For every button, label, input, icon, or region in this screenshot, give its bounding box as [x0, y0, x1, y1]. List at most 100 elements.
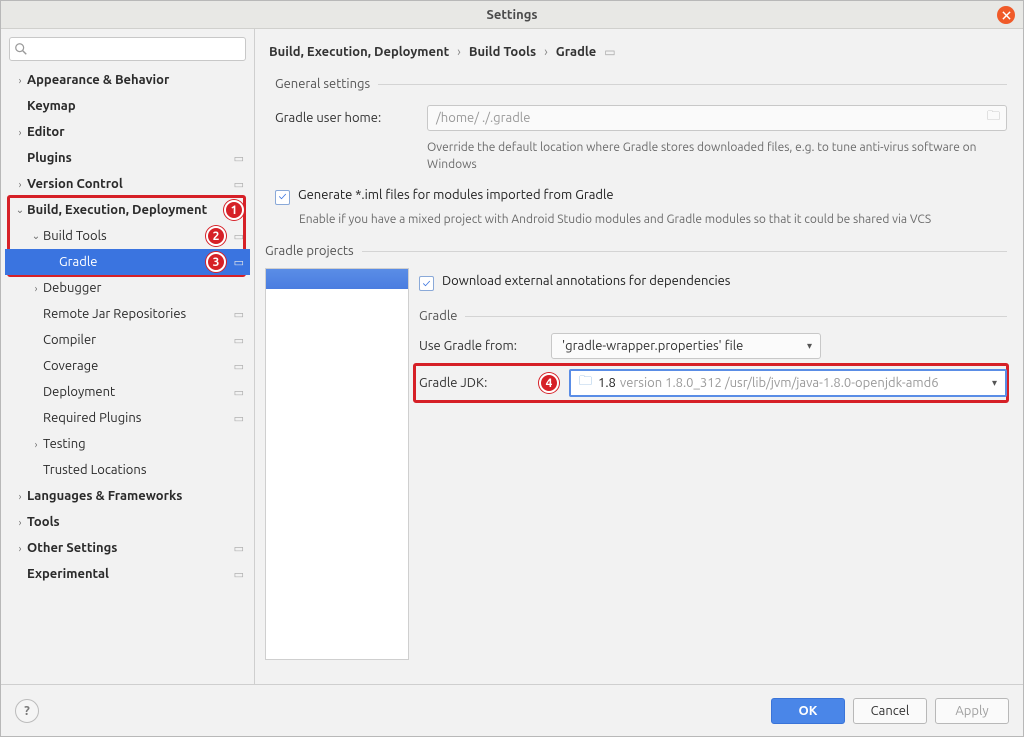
- section-gradle-projects: Gradle projects: [265, 244, 1007, 258]
- settings-tree-item[interactable]: Coverage ▭: [5, 353, 250, 379]
- project-scope-icon: ▭: [230, 308, 244, 321]
- chevron-down-icon: ▾: [807, 340, 812, 352]
- help-button[interactable]: ?: [15, 699, 39, 723]
- project-scope-icon: ▭: [230, 386, 244, 399]
- chevron-right-icon: ›: [13, 491, 27, 502]
- ok-button[interactable]: OK: [771, 698, 845, 724]
- tree-item-label: Keymap: [27, 99, 244, 113]
- callout-badge-4: 4: [539, 373, 559, 393]
- settings-tree-item[interactable]: Plugins▭: [5, 145, 250, 171]
- settings-tree-item[interactable]: ›Appearance & Behavior: [5, 67, 250, 93]
- search-icon: [14, 42, 28, 56]
- settings-tree-item[interactable]: ›Other Settings ▭: [5, 535, 250, 561]
- tree-item-label: Version Control: [27, 177, 226, 191]
- tree-item-label: Trusted Locations: [43, 463, 244, 477]
- generate-iml-checkbox[interactable]: ✓: [275, 190, 290, 205]
- search-input[interactable]: [9, 37, 246, 61]
- project-scope-icon: ▭: [230, 256, 244, 269]
- breadcrumb: Build, Execution, Deployment › Build Too…: [265, 39, 1007, 71]
- tree-item-label: Build Tools: [43, 229, 212, 243]
- project-scope-icon: ▭: [230, 230, 244, 243]
- gradle-user-home-hint: Override the default location where Grad…: [427, 139, 1007, 174]
- use-gradle-from-dropdown[interactable]: 'gradle-wrapper.properties' file ▾: [551, 333, 821, 359]
- callout-badge-1: 1: [224, 200, 244, 220]
- breadcrumb-item[interactable]: Build Tools: [469, 45, 536, 59]
- chevron-right-icon: ›: [13, 543, 27, 554]
- tree-item-label: Remote Jar Repositories: [43, 307, 226, 321]
- settings-tree-item[interactable]: ⌄Build Tools2 ▭: [5, 223, 250, 249]
- folder-icon: 🗀: [579, 372, 592, 394]
- gradle-user-home-label: Gradle user home:: [275, 111, 415, 125]
- download-annotations-label: Download external annotations for depend…: [442, 274, 730, 288]
- project-scope-icon: ▭: [230, 178, 244, 191]
- tree-item-label: Testing: [43, 437, 244, 451]
- chevron-right-icon: ›: [13, 75, 27, 86]
- breadcrumb-item[interactable]: Build, Execution, Deployment: [269, 45, 449, 59]
- chevron-right-icon: ›: [457, 45, 461, 59]
- settings-sidebar: ›Appearance & BehaviorKeymap›EditorPlugi…: [1, 29, 255, 684]
- settings-tree-item[interactable]: Keymap: [5, 93, 250, 119]
- tree-item-label: Build, Execution, Deployment: [27, 203, 230, 217]
- project-scope-icon: ▭: [230, 568, 244, 581]
- chevron-right-icon: ›: [13, 179, 27, 190]
- chevron-down-icon: ⌄: [29, 230, 43, 242]
- tree-item-label: Compiler: [43, 333, 226, 347]
- project-scope-icon: ▭: [230, 412, 244, 425]
- settings-tree-item[interactable]: Deployment ▭: [5, 379, 250, 405]
- section-general-settings: General settings: [275, 77, 1007, 91]
- settings-detail-panel: Build, Execution, Deployment › Build Too…: [255, 29, 1023, 684]
- chevron-right-icon: ›: [544, 45, 548, 59]
- tree-item-label: Required Plugins: [43, 411, 226, 425]
- settings-tree-item[interactable]: ›Editor: [5, 119, 250, 145]
- tree-item-label: Deployment: [43, 385, 226, 399]
- settings-tree-item[interactable]: ›Languages & Frameworks: [5, 483, 250, 509]
- tree-item-label: Other Settings: [27, 541, 226, 555]
- settings-tree-item[interactable]: Trusted Locations: [5, 457, 250, 483]
- close-button[interactable]: [997, 6, 1015, 24]
- settings-window: Settings ›Appearance & BehaviorKeymap›Ed…: [0, 0, 1024, 737]
- tree-item-label: Debugger: [43, 281, 244, 295]
- dialog-footer: ? OK Cancel Apply: [1, 684, 1023, 736]
- tree-item-label: Appearance & Behavior: [27, 73, 244, 87]
- tree-item-label: Gradle: [59, 255, 212, 269]
- settings-tree-item[interactable]: ›Tools: [5, 509, 250, 535]
- gradle-projects-list[interactable]: [265, 268, 409, 660]
- apply-button[interactable]: Apply: [935, 698, 1009, 724]
- generate-iml-hint: Enable if you have a mixed project with …: [299, 211, 1007, 228]
- gradle-jdk-dropdown[interactable]: 🗀 1.8 version 1.8.0_312 /usr/lib/jvm/jav…: [569, 369, 1007, 397]
- project-scope-icon: ▭: [230, 360, 244, 373]
- settings-tree-item[interactable]: ›Version Control ▭: [5, 171, 250, 197]
- settings-tree-item[interactable]: ⌄Build, Execution, Deployment1: [5, 197, 250, 223]
- settings-tree-item[interactable]: Remote Jar Repositories ▭: [5, 301, 250, 327]
- tree-item-label: Experimental: [27, 567, 226, 581]
- chevron-right-icon: ›: [29, 283, 43, 294]
- project-scope-icon: ▭: [230, 152, 244, 165]
- settings-tree-item[interactable]: Compiler▭: [5, 327, 250, 353]
- tree-item-label: Coverage: [43, 359, 226, 373]
- chevron-right-icon: ›: [13, 127, 27, 138]
- tree-item-label: Tools: [27, 515, 244, 529]
- gradle-jdk-label: Gradle JDK:: [419, 376, 539, 390]
- settings-tree-item[interactable]: ›Debugger: [5, 275, 250, 301]
- settings-tree-item[interactable]: Required Plugins ▭: [5, 405, 250, 431]
- tree-item-label: Languages & Frameworks: [27, 489, 244, 503]
- generate-iml-label: Generate *.iml files for modules importe…: [298, 188, 614, 202]
- use-gradle-from-label: Use Gradle from:: [419, 339, 539, 353]
- chevron-down-icon: ▾: [992, 377, 997, 389]
- titlebar: Settings: [1, 1, 1023, 29]
- chevron-right-icon: ›: [29, 439, 43, 450]
- download-annotations-checkbox[interactable]: ✓: [419, 276, 434, 291]
- project-scope-icon: ▭: [230, 542, 244, 555]
- window-title: Settings: [486, 8, 537, 22]
- settings-tree-item[interactable]: Gradle3 ▭: [5, 249, 250, 275]
- settings-tree-item[interactable]: Experimental ▭: [5, 561, 250, 587]
- cancel-button[interactable]: Cancel: [853, 698, 927, 724]
- breadcrumb-item: Gradle: [556, 45, 597, 59]
- folder-icon[interactable]: 🗀: [987, 107, 1000, 129]
- settings-tree-item[interactable]: ›Testing: [5, 431, 250, 457]
- settings-tree[interactable]: ›Appearance & BehaviorKeymap›EditorPlugi…: [5, 67, 250, 680]
- tree-item-label: Editor: [27, 125, 244, 139]
- callout-badge-2: 2: [206, 226, 226, 246]
- gradle-user-home-field[interactable]: /home/ ./.gradle 🗀: [427, 105, 1007, 131]
- callout-badge-3: 3: [206, 252, 226, 272]
